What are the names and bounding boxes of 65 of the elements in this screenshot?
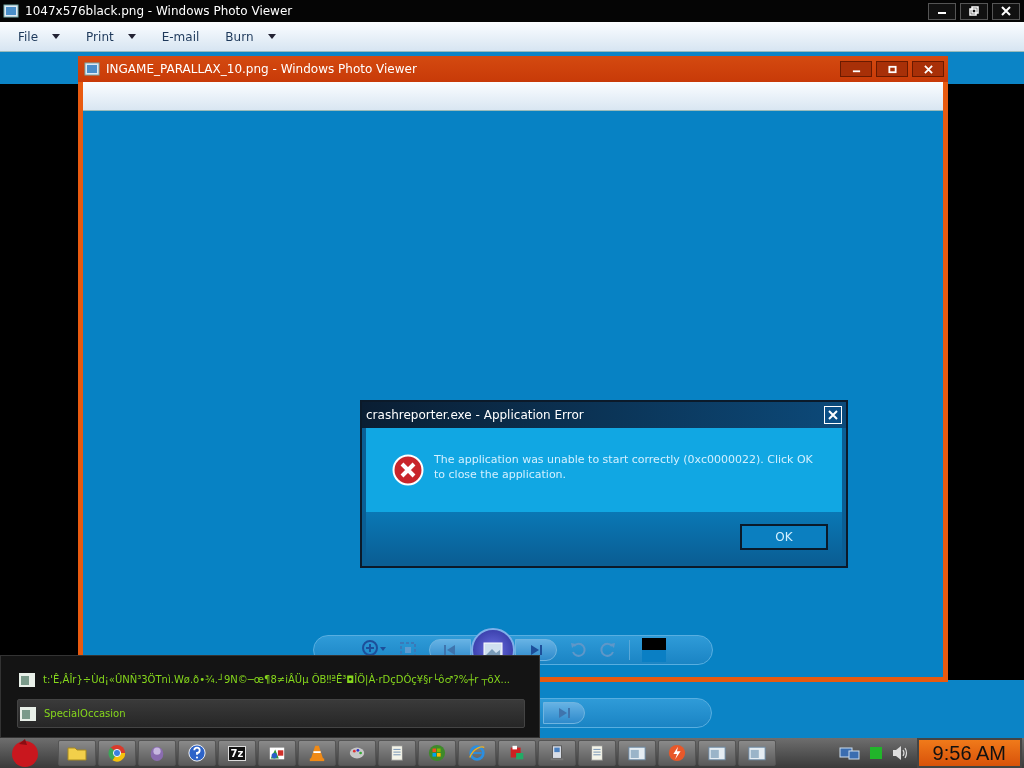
- window-icon: [748, 745, 766, 761]
- speaker-icon: [890, 745, 909, 761]
- error-icon: [392, 454, 424, 486]
- menu-item[interactable]: Print: [78, 25, 150, 48]
- maximize-icon: [887, 64, 897, 74]
- menu-item[interactable]: File: [10, 25, 75, 48]
- taskbar-button[interactable]: [658, 740, 696, 766]
- taskbar-button[interactable]: [178, 740, 216, 766]
- window-list-item[interactable]: t:'Ê,ÂÎr}÷Ùd¡«ÛNÑ³3ÖTnì.Wø.ð•¾.┘9N©─œ¶8≠iÂÜµ ÕB‼ªÊ³◘ÎÖ|À·rDçDÓç¥§r└ô♂?%┼r ┬õX...: [17, 666, 525, 693]
- minimize-button[interactable]: [840, 61, 872, 77]
- close-icon: [828, 410, 838, 420]
- thumbnail-icon[interactable]: [641, 638, 666, 662]
- window-icon: [20, 706, 36, 721]
- taskbar-button[interactable]: [138, 740, 176, 766]
- window-icon: [19, 672, 35, 687]
- image-icon: [84, 62, 100, 76]
- taskbar-button[interactable]: [298, 740, 336, 766]
- app-icon: [508, 744, 526, 762]
- window-list-item[interactable]: SpecialOccasion: [17, 699, 525, 728]
- taskbar-button[interactable]: 7z: [218, 740, 256, 766]
- traffic-cone-icon: [308, 744, 326, 762]
- close-icon: [1001, 6, 1011, 16]
- taskbar-button[interactable]: [618, 740, 656, 766]
- taskbar-button[interactable]: [578, 740, 616, 766]
- ok-button[interactable]: OK: [740, 524, 828, 550]
- window-icon: [708, 745, 726, 761]
- menu-item[interactable]: E-mail: [153, 25, 214, 48]
- maximize-button[interactable]: [876, 61, 908, 77]
- window-title: INGAME_PARALLAX_10.png - Windows Photo Viewer: [106, 62, 417, 76]
- notepad-icon: [588, 744, 606, 762]
- previous-icon: [442, 643, 457, 657]
- taskbar-button[interactable]: [738, 740, 776, 766]
- window-title: 1047x576black.png - Windows Photo Viewer: [25, 4, 293, 18]
- folder-icon: [67, 745, 87, 761]
- dialog-title: crashreporter.exe - Application Error: [366, 408, 584, 422]
- help-icon: [188, 744, 206, 762]
- notepad-icon: [388, 744, 406, 762]
- next-icon: [528, 643, 543, 657]
- error-message: The application was unable to start correctly (0xc0000022). Click OK to close the application.: [434, 452, 814, 482]
- image-icon: [3, 4, 19, 18]
- taskbar-button[interactable]: [538, 740, 576, 766]
- network-icon: [838, 745, 861, 761]
- taskbar-button[interactable]: [698, 740, 736, 766]
- restore-icon: [969, 6, 979, 16]
- browser-icon: [468, 744, 486, 762]
- taskbar-button[interactable]: [378, 740, 416, 766]
- menu-item[interactable]: Burn: [217, 25, 290, 48]
- device-icon: [548, 744, 566, 762]
- window-icon: [628, 745, 646, 761]
- taskbar-button[interactable]: [98, 740, 136, 766]
- archive-label: 7z: [227, 745, 247, 761]
- creature-icon: [148, 744, 166, 762]
- taskbar-button[interactable]: [258, 740, 296, 766]
- clock: 9:56 AM: [916, 738, 1022, 768]
- minimize-button[interactable]: [928, 2, 956, 20]
- taskbar-button[interactable]: [58, 740, 96, 766]
- next-icon: [557, 706, 571, 720]
- restore-button[interactable]: [960, 2, 988, 20]
- close-button[interactable]: [912, 61, 944, 77]
- lightning-icon: [668, 744, 686, 762]
- taskbar-button[interactable]: [418, 740, 456, 766]
- close-button[interactable]: [992, 2, 1020, 20]
- taskbar-button[interactable]: [338, 740, 376, 766]
- globe-icon: [108, 744, 126, 762]
- close-icon: [923, 64, 933, 74]
